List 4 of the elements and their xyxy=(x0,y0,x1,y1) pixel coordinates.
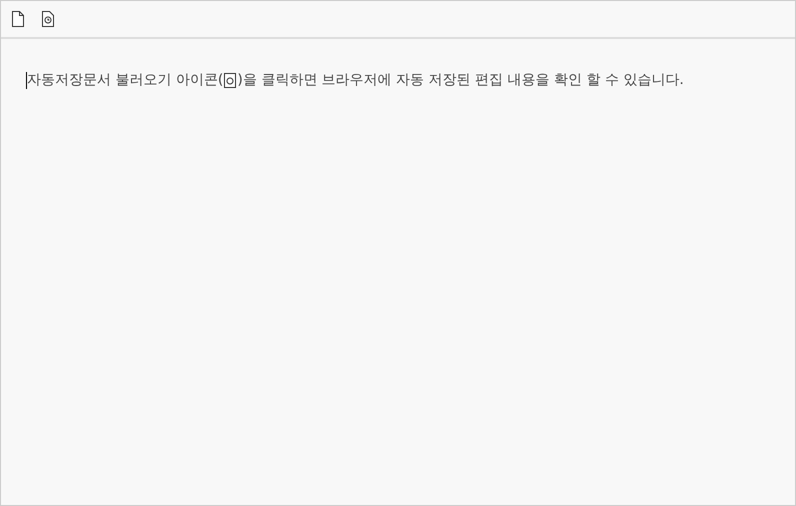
new-document-button[interactable] xyxy=(10,9,26,29)
editor-text: )을 클릭하면 브라우저에 자동 저장된 편집 내용을 확인 할 수 있습니다. xyxy=(237,71,684,89)
editor-text: 자동저장문서 불러오기 아이콘( xyxy=(27,71,224,89)
load-autosave-button[interactable] xyxy=(40,9,56,29)
